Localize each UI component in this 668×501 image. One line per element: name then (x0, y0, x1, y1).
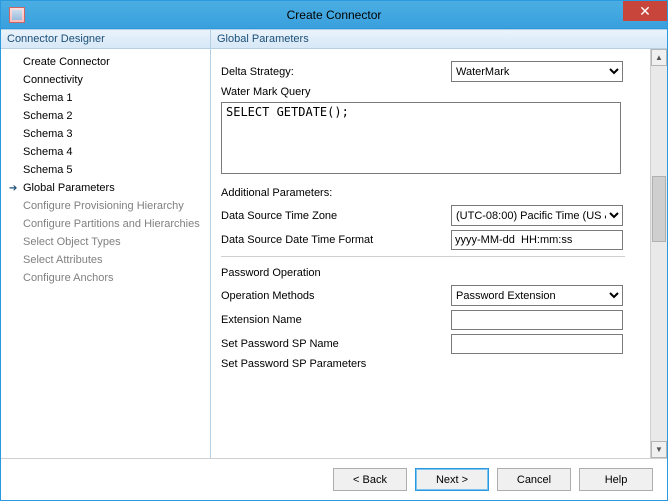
datetime-format-label: Data Source Date Time Format (221, 234, 451, 246)
sidebar-header: Connector Designer (1, 30, 210, 49)
help-button[interactable]: Help (579, 468, 653, 491)
main-header: Global Parameters (211, 30, 667, 49)
set-password-sp-name-label: Set Password SP Name (221, 338, 451, 350)
sidebar-item-10[interactable]: Select Object Types (3, 233, 208, 251)
footer: < Back Next > Cancel Help (1, 458, 667, 500)
sidebar-item-label: Configure Anchors (23, 272, 114, 284)
scroll-up-button[interactable]: ▲ (651, 49, 667, 66)
sidebar-item-9[interactable]: Configure Partitions and Hierarchies (3, 215, 208, 233)
sidebar-item-label: Select Object Types (23, 236, 121, 248)
titlebar: Create Connector ✕ (1, 1, 667, 29)
water-mark-query-input[interactable]: SELECT GETDATE(); (221, 102, 621, 174)
nav-list: Create Connector Connectivity Schema 1 Sche… (1, 49, 210, 291)
sidebar-item-6[interactable]: Schema 5 (3, 161, 208, 179)
window-title: Create Connector (1, 8, 667, 22)
sidebar-item-label: Schema 2 (23, 110, 73, 122)
extension-name-input[interactable] (451, 310, 623, 330)
sidebar-item-label: Schema 5 (23, 164, 73, 176)
sidebar-item-label: Global Parameters (23, 182, 115, 194)
scroll-down-button[interactable]: ▼ (651, 441, 667, 458)
sidebar-item-4[interactable]: Schema 3 (3, 125, 208, 143)
sidebar-item-label: Schema 4 (23, 146, 73, 158)
delta-strategy-label: Delta Strategy: (221, 66, 451, 78)
form-area: Delta Strategy: WaterMark Water Mark Que… (211, 49, 650, 458)
next-button[interactable]: Next > (415, 468, 489, 491)
arrow-right-icon: ➔ (9, 183, 23, 194)
divider (221, 256, 625, 257)
sidebar-item-label: Create Connector (23, 56, 110, 68)
sidebar-item-label: Configure Partitions and Hierarchies (23, 218, 200, 230)
app-icon (9, 7, 25, 23)
sidebar: Connector Designer Create Connector Conne… (1, 30, 211, 458)
timezone-select[interactable]: (UTC-08:00) Pacific Time (US & C (451, 205, 623, 226)
delta-strategy-select[interactable]: WaterMark (451, 61, 623, 82)
sidebar-item-0[interactable]: Create Connector (3, 53, 208, 71)
sidebar-item-label: Select Attributes (23, 254, 103, 266)
sidebar-item-label: Schema 1 (23, 92, 73, 104)
timezone-label: Data Source Time Zone (221, 210, 451, 222)
content: Delta Strategy: WaterMark Water Mark Que… (211, 49, 667, 458)
sidebar-item-8[interactable]: Configure Provisioning Hierarchy (3, 197, 208, 215)
vertical-scrollbar[interactable]: ▲ ▼ (650, 49, 667, 458)
extension-name-label: Extension Name (221, 314, 451, 326)
close-button[interactable]: ✕ (623, 1, 667, 21)
back-button[interactable]: < Back (333, 468, 407, 491)
body: Connector Designer Create Connector Conne… (1, 29, 667, 458)
set-password-sp-parameters-label: Set Password SP Parameters (221, 358, 451, 370)
additional-parameters-label: Additional Parameters: (221, 187, 642, 199)
sidebar-item-label: Configure Provisioning Hierarchy (23, 200, 184, 212)
datetime-format-input[interactable] (451, 230, 623, 250)
main-panel: Global Parameters Delta Strategy: WaterM… (211, 30, 667, 458)
password-operation-label: Password Operation (221, 267, 642, 279)
sidebar-item-7[interactable]: ➔Global Parameters (3, 179, 208, 197)
sidebar-item-label: Schema 3 (23, 128, 73, 140)
cancel-button[interactable]: Cancel (497, 468, 571, 491)
sidebar-item-label: Connectivity (23, 74, 83, 86)
sidebar-item-1[interactable]: Connectivity (3, 71, 208, 89)
sidebar-item-5[interactable]: Schema 4 (3, 143, 208, 161)
sidebar-item-11[interactable]: Select Attributes (3, 251, 208, 269)
set-password-sp-name-input[interactable] (451, 334, 623, 354)
sidebar-item-12[interactable]: Configure Anchors (3, 269, 208, 287)
water-mark-query-label: Water Mark Query (221, 86, 451, 98)
sidebar-item-3[interactable]: Schema 2 (3, 107, 208, 125)
operation-methods-label: Operation Methods (221, 290, 451, 302)
operation-methods-select[interactable]: Password Extension (451, 285, 623, 306)
window: Create Connector ✕ Connector Designer Cr… (0, 0, 668, 501)
scroll-track[interactable] (651, 66, 667, 441)
sidebar-item-2[interactable]: Schema 1 (3, 89, 208, 107)
scroll-thumb[interactable] (652, 176, 666, 242)
